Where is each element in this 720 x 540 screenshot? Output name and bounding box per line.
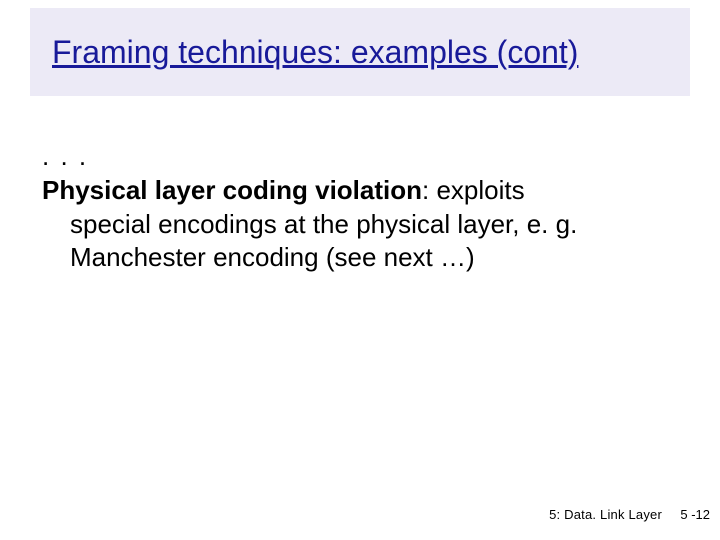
topic-heading: Physical layer coding violation [42, 175, 422, 205]
topic-rest-3: Manchester encoding (see next …) [42, 241, 660, 275]
topic-rest-2: special encodings at the physical layer,… [42, 208, 660, 242]
footer-page-number: 5 -12 [680, 507, 710, 522]
slide: Framing techniques: examples (cont) . . … [0, 0, 720, 540]
body-text: . . . Physical layer coding violation: e… [42, 140, 660, 275]
title-band: Framing techniques: examples (cont) [30, 8, 690, 96]
slide-title: Framing techniques: examples (cont) [52, 33, 578, 71]
leader-dots: . . . [42, 141, 88, 171]
footer-section: 5: Data. Link Layer [549, 507, 662, 522]
topic-rest-1: : exploits [422, 175, 525, 205]
